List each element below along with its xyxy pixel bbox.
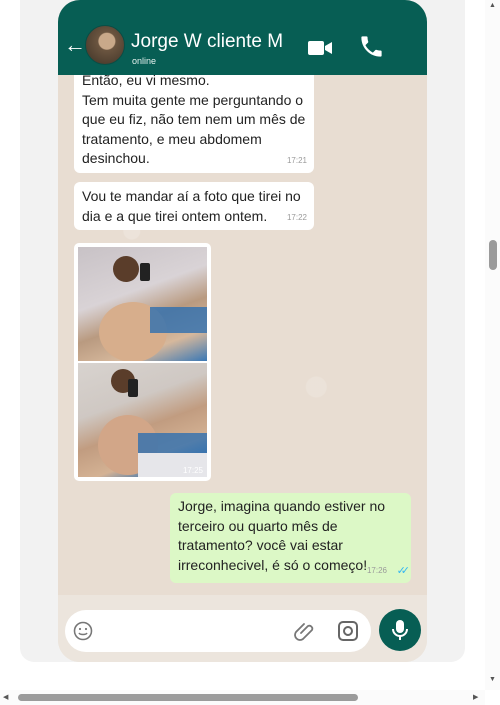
scroll-left-arrow-icon[interactable]: ◀ <box>3 693 8 701</box>
message-line: Então, eu vi mesmo. <box>82 72 210 88</box>
microphone-icon <box>392 620 408 640</box>
message-line: tratamento, e meu abdomem <box>82 130 262 147</box>
message-time: 17:21 <box>286 155 307 165</box>
back-arrow-icon[interactable]: ← <box>64 34 86 56</box>
microphone-button[interactable] <box>379 609 421 651</box>
message-time: 17:22 <box>286 212 307 222</box>
contact-status: online <box>132 56 157 66</box>
message-line: Jorge, imagina quando estiver no <box>178 498 386 514</box>
contact-name[interactable]: Jorge W cliente M <box>131 31 283 53</box>
message-outgoing[interactable]: Jorge, imagina quando estiver no terceir… <box>170 493 411 583</box>
scroll-down-arrow-icon[interactable]: ▼ <box>489 676 496 683</box>
message-line: que eu fiz, não tem nem um mês de <box>82 111 306 127</box>
camera-icon[interactable] <box>337 620 359 642</box>
voice-call-icon[interactable] <box>358 33 385 60</box>
composer-bar <box>58 595 427 662</box>
scroll-right-arrow-icon[interactable]: ▶ <box>473 693 478 701</box>
message-input[interactable] <box>65 610 371 652</box>
photo-before[interactable] <box>78 247 207 362</box>
message-line: tratamento? você vai estar <box>178 537 343 553</box>
avatar[interactable] <box>85 25 125 65</box>
read-receipt-icon: ✓✓ <box>396 564 411 577</box>
vertical-scrollbar[interactable]: ▲ ▼ <box>485 0 500 690</box>
vertical-scroll-thumb[interactable] <box>489 240 497 270</box>
emoji-icon[interactable] <box>73 621 93 641</box>
message-line: terceiro ou quarto mês de <box>178 517 338 534</box>
scroll-up-arrow-icon[interactable]: ▲ <box>489 2 496 9</box>
horizontal-scrollbar[interactable]: ◀ ▶ <box>0 690 485 705</box>
photo-after[interactable] <box>78 363 207 477</box>
message-line: dia e a que tirei ontem ontem. <box>82 207 268 224</box>
person-photo-image <box>99 256 207 362</box>
message-line: Tem muita gente me perguntando o <box>82 91 304 108</box>
message-incoming[interactable]: Vou te mandar aí a foto que tirei no dia… <box>74 182 314 230</box>
photo-message[interactable]: 17:25 <box>74 243 211 481</box>
video-call-icon[interactable] <box>308 40 332 56</box>
horizontal-scroll-thumb[interactable] <box>18 694 358 701</box>
attach-clip-icon[interactable] <box>294 620 318 644</box>
message-line: desinchou. <box>82 150 150 166</box>
chat-header: ← Jorge W cliente M online <box>58 0 427 75</box>
message-incoming[interactable]: Então, eu vi mesmo. Tem muita gente me p… <box>74 72 314 173</box>
message-line: Vou te mandar aí a foto que tirei no <box>82 188 301 204</box>
message-time: 17:25 <box>182 466 203 475</box>
person-photo-image <box>98 369 207 477</box>
chat-screen: ← Jorge W cliente M online Então, eu vi … <box>58 0 427 662</box>
message-time: 17:26 <box>366 565 387 575</box>
